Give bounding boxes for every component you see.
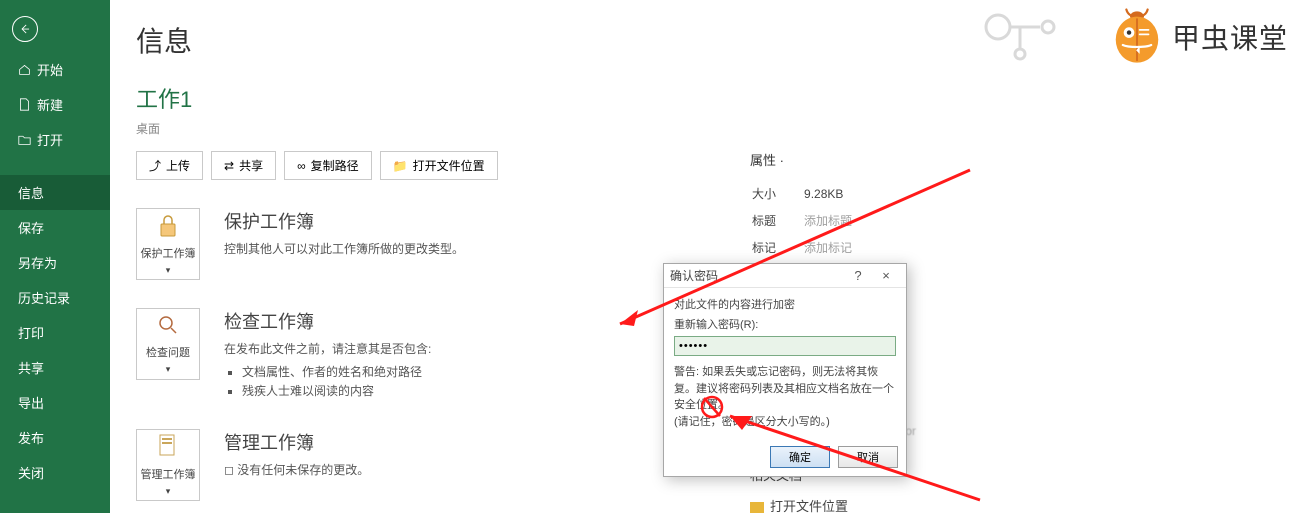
document-icon (156, 433, 180, 462)
prop-row: 标记添加标记 (752, 235, 878, 260)
sidebar-item-save[interactable]: 保存 (0, 210, 110, 245)
share-button[interactable]: ⇄共享 (211, 151, 276, 180)
sidebar-item-print[interactable]: 打印 (0, 315, 110, 350)
share-icon: ⇄ (224, 159, 234, 173)
folder-icon: 📁 (393, 159, 408, 173)
back-arrow-button[interactable] (12, 16, 38, 42)
manage-title: 管理工作簿 (224, 429, 369, 455)
sidebar-label: 新建 (37, 95, 63, 114)
sidebar-item-close[interactable]: 关闭 (0, 455, 110, 490)
sidebar-item-info[interactable]: 信息 (0, 175, 110, 210)
sidebar-label: 打开 (37, 130, 63, 149)
dialog-help-button[interactable]: ? (844, 268, 872, 283)
dialog-warning: 警告: 如果丢失或忘记密码，则无法将其恢复。建议将密码列表及其相应文档名放在一个… (674, 364, 896, 430)
upload-icon: ⤴ (149, 157, 161, 174)
protect-desc: 控制其他人可以对此工作簿所做的更改类型。 (224, 240, 464, 257)
dialog-close-button[interactable]: × (872, 268, 900, 283)
manage-desc: ◻ 没有任何未保存的更改。 (224, 461, 369, 478)
inspect-workbook-button[interactable]: 检查问题▾ (136, 308, 200, 380)
open-file-location-button[interactable]: 📁打开文件位置 (380, 151, 498, 180)
folder-icon (750, 502, 764, 513)
sidebar-item-new[interactable]: 新建 (0, 87, 110, 122)
link-icon: ∞ (297, 159, 306, 173)
dialog-ok-button[interactable]: 确定 (770, 446, 830, 468)
chevron-down-icon: ▾ (166, 486, 171, 497)
watermark-text: 甲虫课堂 (1172, 17, 1288, 57)
dialog-instr1: 对此文件的内容进行加密 (674, 296, 896, 312)
copy-path-button[interactable]: ∞复制路径 (284, 151, 372, 180)
prop-row: 大小9.28KB (752, 181, 878, 206)
inspect-bullet: 文档属性、作者的姓名和绝对路径 (242, 363, 431, 380)
chevron-down-icon: ▾ (166, 265, 171, 276)
home-icon (18, 63, 31, 76)
file-path: 桌面 (136, 120, 1300, 137)
inspect-bullet: 残疾人士难以阅读的内容 (242, 382, 431, 399)
sidebar-item-publish[interactable]: 发布 (0, 420, 110, 455)
upload-button[interactable]: ⤴上传 (136, 151, 203, 180)
sidebar-item-start[interactable]: 开始 (0, 52, 110, 87)
password-input[interactable] (674, 336, 896, 356)
dialog-label-reenter: 重新输入密码(R): (674, 316, 896, 332)
chevron-down-icon: ▾ (166, 364, 171, 375)
decorative-circuit-icon (980, 2, 1070, 62)
open-folder-icon (18, 133, 31, 146)
sidebar-item-saveas[interactable]: 另存为 (0, 245, 110, 280)
dialog-title: 确认密码 (670, 267, 844, 284)
properties-header[interactable]: 属性 · (750, 150, 880, 169)
protect-workbook-button[interactable]: 保护工作簿▾ (136, 208, 200, 280)
confirm-password-dialog: 确认密码 ? × 对此文件的内容进行加密 重新输入密码(R): 警告: 如果丢失… (663, 263, 907, 477)
protect-title: 保护工作簿 (224, 208, 464, 234)
manage-workbook-button[interactable]: 管理工作簿▾ (136, 429, 200, 501)
dialog-cancel-button[interactable]: 取消 (838, 446, 898, 468)
new-file-icon (18, 98, 31, 111)
watermark: 甲虫课堂 (1110, 6, 1288, 68)
backstage-sidebar: 开始 新建 打开 信息 保存 另存为 历史记录 打印 共享 导出 发布 关闭 (0, 0, 110, 513)
main-content: 信息 工作1 桌面 ⤴上传 ⇄共享 ∞复制路径 📁打开文件位置 保护工作簿▾ 保… (110, 0, 1300, 513)
inspect-title: 检查工作簿 (224, 308, 431, 334)
lock-icon (156, 212, 180, 241)
sidebar-item-share[interactable]: 共享 (0, 350, 110, 385)
beetle-logo-icon (1110, 6, 1164, 68)
back-arrow-icon (18, 22, 32, 36)
sidebar-label: 开始 (37, 60, 63, 79)
file-name: 工作1 (136, 82, 1300, 114)
open-file-location-link[interactable]: 打开文件位置 (750, 496, 848, 513)
sidebar-item-open[interactable]: 打开 (0, 122, 110, 157)
sidebar-item-history[interactable]: 历史记录 (0, 280, 110, 315)
inspect-desc: 在发布此文件之前，请注意其是否包含: (224, 340, 431, 357)
sidebar-item-export[interactable]: 导出 (0, 385, 110, 420)
magnifier-icon (156, 313, 180, 340)
prop-row: 标题添加标题 (752, 208, 878, 233)
